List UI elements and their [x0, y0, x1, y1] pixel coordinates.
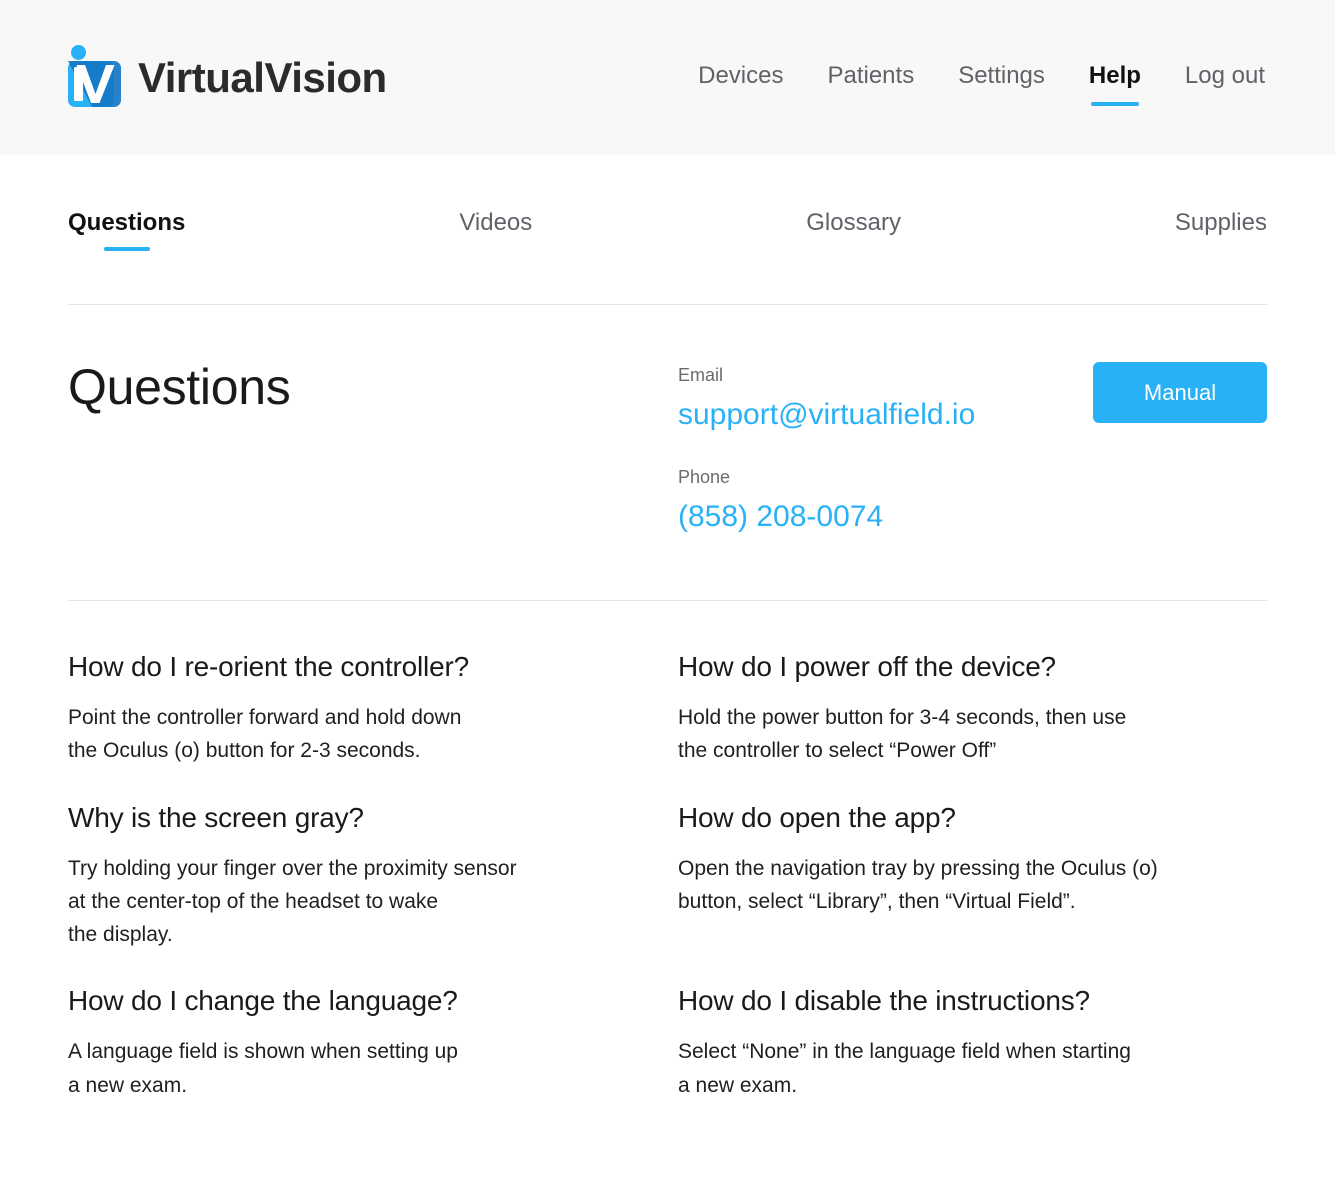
page-content: Questions Videos Glossary Supplies Quest… [0, 155, 1335, 1136]
nav-item-devices[interactable]: Devices [698, 63, 783, 92]
tab-glossary[interactable]: Glossary [806, 211, 901, 235]
faq-item: Why is the screen gray? Try holding your… [68, 802, 678, 986]
page-title: Questions [68, 359, 291, 415]
faq-question: How do I power off the device? [678, 651, 1056, 682]
app-header: VirtualVision Devices Patients Settings … [0, 0, 1335, 155]
nav-item-log-out[interactable]: Log out [1185, 63, 1265, 92]
brand-name: VirtualVision [138, 53, 387, 101]
faq-question: How do I re-orient the controller? [68, 651, 469, 682]
help-header-block: Questions Email support@virtualfield.io … [68, 305, 1267, 600]
phone-field-group: Phone (858) 208-0074 [678, 468, 1267, 532]
main-navigation: Devices Patients Settings Help Log out [698, 63, 1265, 106]
faq-item: How do I change the language? A language… [68, 985, 678, 1136]
virtualvision-logo-icon [62, 44, 124, 111]
nav-item-help[interactable]: Help [1089, 63, 1141, 106]
nav-item-settings[interactable]: Settings [958, 63, 1045, 92]
faq-answer: Try holding your finger over the proximi… [68, 856, 517, 947]
manual-button[interactable]: Manual [1093, 362, 1267, 423]
faq-list: How do I re-orient the controller? Point… [68, 601, 1267, 1136]
faq-question: How do I disable the instructions? [678, 985, 1090, 1017]
brand-name-part2: Vision [264, 53, 387, 101]
tab-supplies[interactable]: Supplies [1175, 211, 1267, 235]
faq-answer: Select “None” in the language field when… [678, 1040, 1131, 1097]
faq-item: How do open the app? Open the navigation… [678, 802, 1267, 986]
support-phone-link[interactable]: (858) 208-0074 [678, 502, 883, 532]
faq-item: How do I disable the instructions? Selec… [678, 985, 1267, 1136]
faq-item: How do I power off the device? Hold the … [678, 651, 1267, 802]
faq-answer: Point the controller forward and hold do… [68, 706, 462, 763]
faq-answer: Hold the power button for 3-4 seconds, t… [678, 706, 1127, 763]
brand-logo[interactable]: VirtualVision [62, 44, 387, 111]
nav-item-patients[interactable]: Patients [827, 63, 914, 92]
faq-question: How do I change the language? [68, 985, 458, 1017]
brand-name-part1: Virtual [138, 53, 265, 101]
section-tabs: Questions Videos Glossary Supplies [68, 155, 1267, 235]
faq-answer: A language field is shown when setting u… [68, 1040, 458, 1097]
tab-videos[interactable]: Videos [459, 211, 532, 235]
faq-question: Why is the screen gray? [68, 801, 364, 833]
faq-answer: Open the navigation tray by pressing the… [678, 856, 1158, 913]
phone-label: Phone [678, 467, 731, 487]
faq-item: How do I re-orient the controller? Point… [68, 651, 678, 802]
faq-question: How do open the app? [678, 801, 956, 833]
support-email-link[interactable]: support@virtualfield.io [678, 400, 975, 430]
tab-questions[interactable]: Questions [68, 211, 185, 235]
